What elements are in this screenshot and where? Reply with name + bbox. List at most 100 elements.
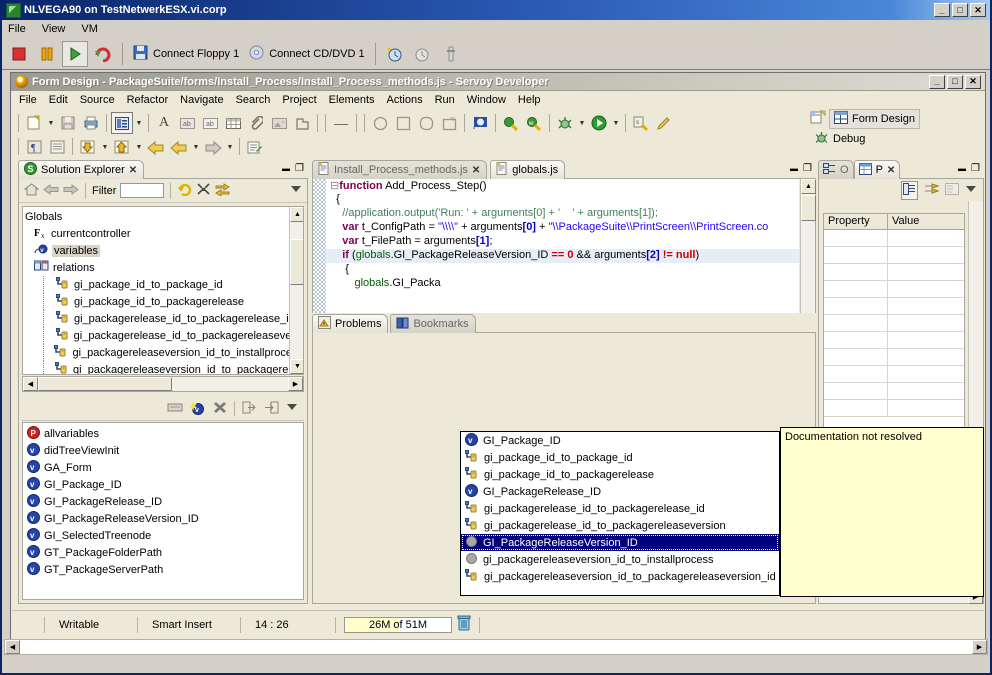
menu-actions[interactable]: Actions (387, 94, 423, 106)
content-assist-item[interactable]: gi_package_id_to_packagerelease (461, 466, 779, 483)
minimize-view-button[interactable]: ▬ (282, 164, 290, 173)
paperclip-icon[interactable] (245, 112, 267, 134)
tree-hscroll-thumb[interactable] (38, 377, 172, 391)
tree-vertical-scrollbar[interactable]: ▲ ▼ (289, 207, 303, 374)
list-item[interactable]: v GI_Package_ID (23, 476, 303, 493)
search-w-icon[interactable]: w (523, 112, 545, 134)
list-item[interactable]: v GA_Form (23, 459, 303, 476)
tab-install-process-methods[interactable]: Install_Process_methods.js ✕ (312, 160, 488, 179)
circle-icon[interactable] (369, 112, 391, 134)
table-row[interactable] (824, 400, 964, 417)
view-menu-icon[interactable] (290, 184, 302, 197)
tree-node[interactable]: gi_package_id_to_package_id (23, 276, 303, 293)
debug-bug-icon[interactable] (554, 112, 576, 134)
tree-node[interactable]: gi_packagerelease_id_to_packagereleaseve… (23, 327, 303, 344)
tree-node[interactable]: gi_package_id_to_packagerelease (23, 293, 303, 310)
content-assist-item[interactable]: gi_packagerelease_id_to_packagerelease_i… (461, 500, 779, 517)
table-row[interactable] (824, 298, 964, 315)
field-ab-icon[interactable]: ab (199, 112, 221, 134)
vm-scroll-right-button[interactable]: ▶ (972, 640, 987, 654)
table-icon[interactable] (222, 112, 244, 134)
tree-node[interactable]: gi_packagerelease_id_to_packagerelease_i… (23, 310, 303, 327)
text-style-icon[interactable]: A (153, 112, 175, 134)
maximize-properties-button[interactable]: ❐ (971, 163, 980, 174)
list-item[interactable]: v GT_PackageServerPath (23, 561, 303, 578)
restore-defaults-icon[interactable] (945, 182, 959, 198)
show-categories-icon[interactable] (901, 180, 918, 200)
delete-x-icon[interactable] (213, 401, 227, 417)
save-icon[interactable] (57, 112, 79, 134)
minus-icon[interactable]: — (330, 112, 352, 134)
close-icon-editor-tab[interactable]: ✕ (472, 165, 480, 176)
menu-refactor[interactable]: Refactor (127, 94, 169, 106)
close-icon[interactable]: ✕ (129, 165, 137, 176)
ide-minimize-button[interactable]: _ (929, 74, 945, 89)
tab-bookmarks[interactable]: Bookmarks (390, 314, 476, 333)
move-in-icon[interactable] (264, 401, 279, 417)
view-menu-icon-3[interactable] (965, 184, 977, 197)
print-icon[interactable] (80, 112, 102, 134)
trash-icon[interactable] (457, 615, 471, 634)
tab-outline[interactable]: O (818, 160, 854, 179)
forward-arrow-icon[interactable] (63, 183, 79, 199)
vm-menu-vm[interactable]: VM (81, 23, 98, 35)
pen-icon[interactable] (653, 112, 675, 134)
home-icon[interactable] (23, 182, 40, 199)
content-assist-item[interactable]: v GI_Package_ID (461, 432, 779, 449)
list-item[interactable]: v GI_PackageReleaseVersion_ID (23, 510, 303, 527)
new-variable-icon[interactable]: v (190, 400, 206, 418)
tree-node[interactable]: Fx currentcontroller (23, 225, 303, 242)
rounded-rect-icon[interactable] (415, 112, 437, 134)
pause-icon[interactable] (34, 41, 60, 67)
tree-scroll-left-button[interactable]: ◀ (23, 377, 38, 391)
content-assist-item-selected[interactable]: GI_PackageReleaseVersion_ID (461, 534, 779, 551)
back-arrow-icon[interactable] (43, 183, 59, 199)
vm-menu-file[interactable]: File (8, 23, 26, 35)
flag-icon[interactable] (469, 112, 491, 134)
tab-panel-icon[interactable] (291, 112, 313, 134)
menu-elements[interactable]: Elements (329, 94, 375, 106)
snapshot-icon[interactable] (382, 41, 408, 67)
tree-node[interactable]: gi_packagereleaseversion_id_to_installpr… (23, 344, 303, 361)
tab-properties[interactable]: P ✕ (853, 160, 901, 179)
open-type-icon[interactable] (111, 112, 133, 134)
minimize-editor-button[interactable]: ▬ (790, 164, 798, 173)
tree-node[interactable]: Globals (23, 208, 303, 225)
editor-vertical-scrollbar[interactable]: ▲ (800, 179, 816, 314)
stop-icon[interactable] (6, 41, 32, 67)
collapse-all-icon[interactable] (196, 182, 211, 199)
annotation-ruler[interactable] (313, 179, 326, 314)
chevron-down-icon-4[interactable]: ▼ (611, 112, 621, 134)
list-item[interactable]: v GI_SelectedTreenode (23, 527, 303, 544)
servoy-key-icon[interactable]: s (630, 112, 652, 134)
menu-file[interactable]: File (19, 94, 37, 106)
image-icon[interactable] (268, 112, 290, 134)
maximize-view-button[interactable]: ❐ (295, 163, 304, 174)
list-item[interactable]: v didTreeViewInit (23, 442, 303, 459)
perspective-debug[interactable]: Debug (810, 129, 982, 149)
tab-problems[interactable]: Problems (312, 314, 389, 333)
view-menu-icon-2[interactable] (286, 402, 298, 415)
tree-node[interactable]: gi_packagereleaseversion_id_to_packagere… (23, 361, 303, 374)
content-assist-popup[interactable]: v GI_Package_ID gi_package_id_to_package_i… (460, 431, 780, 596)
ide-close-button[interactable]: ✕ (965, 74, 981, 89)
maximize-editor-button[interactable]: ❐ (803, 163, 812, 174)
refresh-icon[interactable] (177, 182, 192, 199)
vm-minimize-button[interactable]: _ (934, 3, 950, 17)
menu-source[interactable]: Source (80, 94, 115, 106)
table-row[interactable] (824, 383, 964, 400)
new-wizard-icon[interactable] (23, 112, 45, 134)
content-assist-item[interactable]: gi_packagerelease_id_to_packagereleaseve… (461, 517, 779, 534)
table-row[interactable] (824, 281, 964, 298)
run-green-icon[interactable] (588, 112, 610, 134)
menu-window[interactable]: Window (467, 94, 506, 106)
open-perspective-icon[interactable] (810, 110, 826, 128)
ide-maximize-button[interactable]: □ (947, 74, 963, 89)
vm-scroll-trough[interactable] (20, 640, 972, 654)
menu-help[interactable]: Help (518, 94, 541, 106)
tree-scroll-thumb[interactable] (290, 239, 303, 285)
minimize-properties-button[interactable]: ▬ (958, 164, 966, 173)
vm-horizontal-scrollbar[interactable]: ◀ ▶ (4, 639, 988, 655)
tree-node[interactable]: v variables (23, 242, 303, 259)
content-assist-item[interactable]: gi_packagereleaseversion_id_to_packagere… (461, 568, 779, 585)
